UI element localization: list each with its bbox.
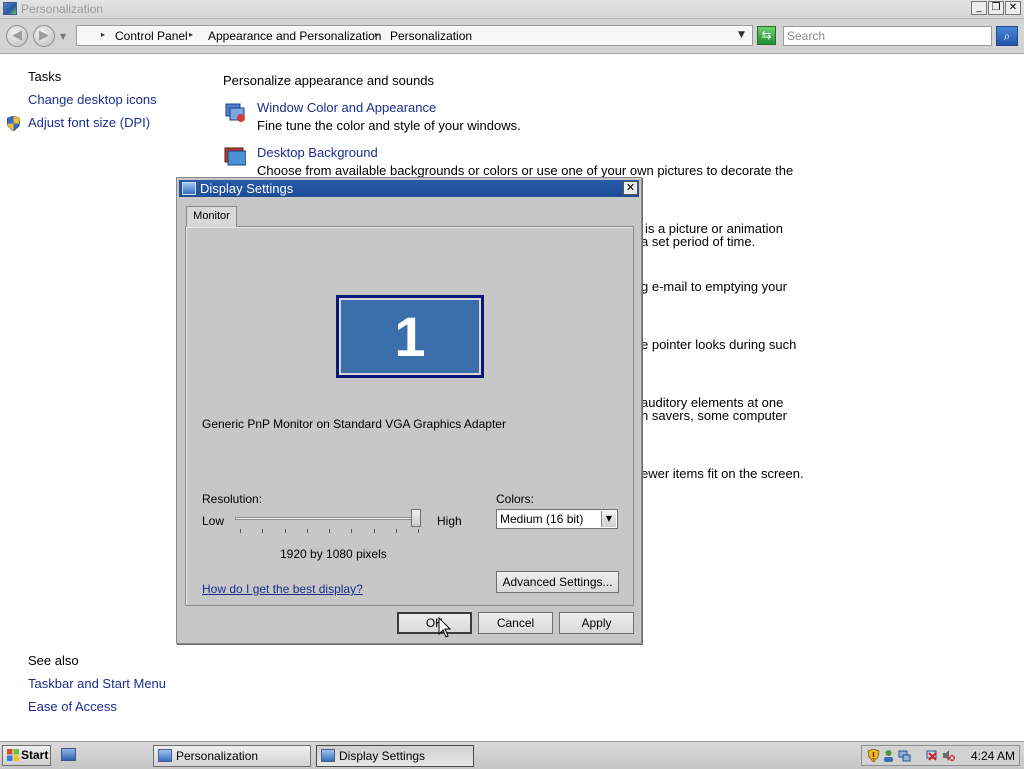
- display-settings-icon: [182, 182, 196, 195]
- taskbar: Start Personalization Display Settings 4…: [0, 741, 1024, 769]
- restore-button[interactable]: ❐: [988, 1, 1004, 15]
- slider-tick: [262, 529, 263, 533]
- dialog-title: Display Settings: [200, 181, 294, 196]
- system-tray: 4:24 AM: [861, 745, 1020, 766]
- clock[interactable]: 4:24 AM: [971, 749, 1015, 763]
- uac-shield-icon: [7, 116, 20, 131]
- tasks-heading: Tasks: [28, 69, 62, 84]
- slider-tick: [285, 529, 286, 533]
- taskbar-item-label: Personalization: [176, 749, 259, 763]
- page-title: Personalize appearance and sounds: [223, 73, 435, 88]
- minimize-button[interactable]: _: [971, 1, 987, 15]
- taskbar-start-menu-link[interactable]: Taskbar and Start Menu: [28, 676, 166, 691]
- mouse-cursor-icon: [438, 617, 452, 638]
- refresh-button[interactable]: ⇆: [757, 26, 776, 45]
- taskbar-item-personalization[interactable]: Personalization: [153, 745, 311, 767]
- resolution-value: 1920 by 1080 pixels: [280, 547, 387, 561]
- taskbar-item-label: Display Settings: [339, 749, 426, 763]
- screen-saver-description-2: a set period of time.: [641, 234, 756, 249]
- windows-logo-icon: [7, 749, 19, 761]
- see-also-heading: See also: [28, 653, 79, 668]
- chevron-down-icon[interactable]: ▼: [601, 511, 616, 527]
- volume-muted-icon[interactable]: [942, 749, 955, 762]
- change-desktop-icons-link[interactable]: Change desktop icons: [28, 92, 157, 107]
- display-settings-dialog: Display Settings ✕ Monitor 1 Generic PnP…: [176, 177, 642, 644]
- display-settings-description: ewer items fit on the screen.: [641, 466, 804, 481]
- ok-button[interactable]: OK: [397, 612, 472, 634]
- search-button[interactable]: ⌕: [996, 26, 1018, 46]
- sounds-description: g e-mail to emptying your: [641, 279, 787, 294]
- monitor-description: Generic PnP Monitor on Standard VGA Grap…: [202, 417, 506, 431]
- tab-monitor[interactable]: Monitor: [186, 206, 237, 227]
- slider-tick: [329, 529, 330, 533]
- window-color-icon: [225, 103, 245, 122]
- control-panel-icon: [158, 749, 172, 762]
- advanced-settings-button[interactable]: Advanced Settings...: [496, 571, 619, 593]
- desktop-background-link[interactable]: Desktop Background: [257, 145, 378, 160]
- slider-tick: [374, 529, 375, 533]
- security-shield-icon[interactable]: [867, 749, 880, 762]
- colors-selected-value: Medium (16 bit): [500, 512, 584, 526]
- window-titlebar[interactable]: Personalization _ ❐ ✕: [0, 0, 1024, 19]
- resolution-label: Resolution:: [202, 492, 263, 506]
- taskbar-item-display-settings[interactable]: Display Settings: [316, 745, 474, 767]
- resolution-slider-thumb[interactable]: [411, 509, 421, 527]
- colors-select[interactable]: Medium (16 bit) ▼: [496, 509, 618, 529]
- theme-description-2: n savers, some computer: [641, 408, 787, 423]
- window-color-link[interactable]: Window Color and Appearance: [257, 100, 436, 115]
- recent-pages-dropdown-icon[interactable]: ▼: [60, 32, 66, 41]
- ease-of-access-link[interactable]: Ease of Access: [28, 699, 117, 714]
- start-label: Start: [21, 748, 49, 762]
- desktop-background-description: Choose from available backgrounds or col…: [257, 163, 794, 178]
- forward-arrow-icon: ▶: [39, 28, 49, 43]
- slider-tick: [240, 529, 241, 533]
- slider-tick: [307, 529, 308, 533]
- search-input[interactable]: Search: [783, 26, 992, 46]
- display-settings-icon: [321, 749, 335, 762]
- breadcrumb-separator-icon[interactable]: ▸: [101, 30, 105, 39]
- breadcrumb-separator-icon[interactable]: ▸: [375, 30, 379, 39]
- breadcrumb-control-panel[interactable]: Control Panel: [115, 29, 188, 43]
- start-button[interactable]: Start: [2, 745, 51, 766]
- back-arrow-icon: ◀: [12, 28, 22, 43]
- network-icon[interactable]: [898, 749, 911, 762]
- dialog-close-button[interactable]: ✕: [623, 181, 638, 195]
- user-icon[interactable]: [882, 749, 895, 762]
- close-icon: ✕: [625, 181, 636, 194]
- address-dropdown-icon[interactable]: ▼: [738, 30, 745, 40]
- back-button[interactable]: ◀: [6, 25, 28, 47]
- breadcrumb[interactable]: ▸ Control Panel ▸ Appearance and Persona…: [76, 25, 753, 46]
- window-color-description: Fine tune the color and style of your wi…: [257, 118, 521, 133]
- control-panel-icon: [3, 2, 17, 15]
- adjust-font-size-link[interactable]: Adjust font size (DPI): [28, 115, 150, 130]
- monitor-display-1[interactable]: 1: [336, 295, 484, 378]
- colors-label: Colors:: [496, 492, 535, 506]
- search-icon: ⌕: [1003, 29, 1011, 43]
- refresh-icon: ⇆: [761, 28, 772, 42]
- resolution-slider-track[interactable]: [235, 517, 421, 520]
- apply-button[interactable]: Apply: [559, 612, 634, 634]
- breadcrumb-personalization[interactable]: Personalization: [390, 29, 472, 43]
- slider-tick: [351, 529, 352, 533]
- slider-tick: [418, 529, 419, 533]
- resolution-high-label: High: [437, 514, 462, 528]
- cancel-button[interactable]: Cancel: [478, 612, 553, 634]
- breadcrumb-appearance[interactable]: Appearance and Personalization: [208, 29, 381, 43]
- slider-tick: [396, 529, 397, 533]
- network-disconnected-icon[interactable]: [926, 749, 939, 762]
- show-desktop-icon[interactable]: [61, 748, 76, 761]
- best-display-help-link[interactable]: How do I get the best display?: [202, 582, 363, 596]
- window-title: Personalization: [21, 2, 104, 16]
- breadcrumb-separator-icon[interactable]: ▸: [189, 30, 193, 39]
- dialog-titlebar[interactable]: Display Settings ✕: [179, 180, 639, 197]
- close-button[interactable]: ✕: [1005, 1, 1021, 15]
- desktop-background-icon: [224, 147, 246, 166]
- resolution-low-label: Low: [202, 514, 225, 528]
- forward-button[interactable]: ▶: [33, 25, 55, 47]
- monitor-tab-panel: 1 Generic PnP Monitor on Standard VGA Gr…: [185, 226, 634, 606]
- mouse-pointers-description: e pointer looks during such: [641, 337, 797, 352]
- address-bar: ◀ ▶ ▼ ▸ Control Panel ▸ Appearance and P…: [0, 19, 1024, 54]
